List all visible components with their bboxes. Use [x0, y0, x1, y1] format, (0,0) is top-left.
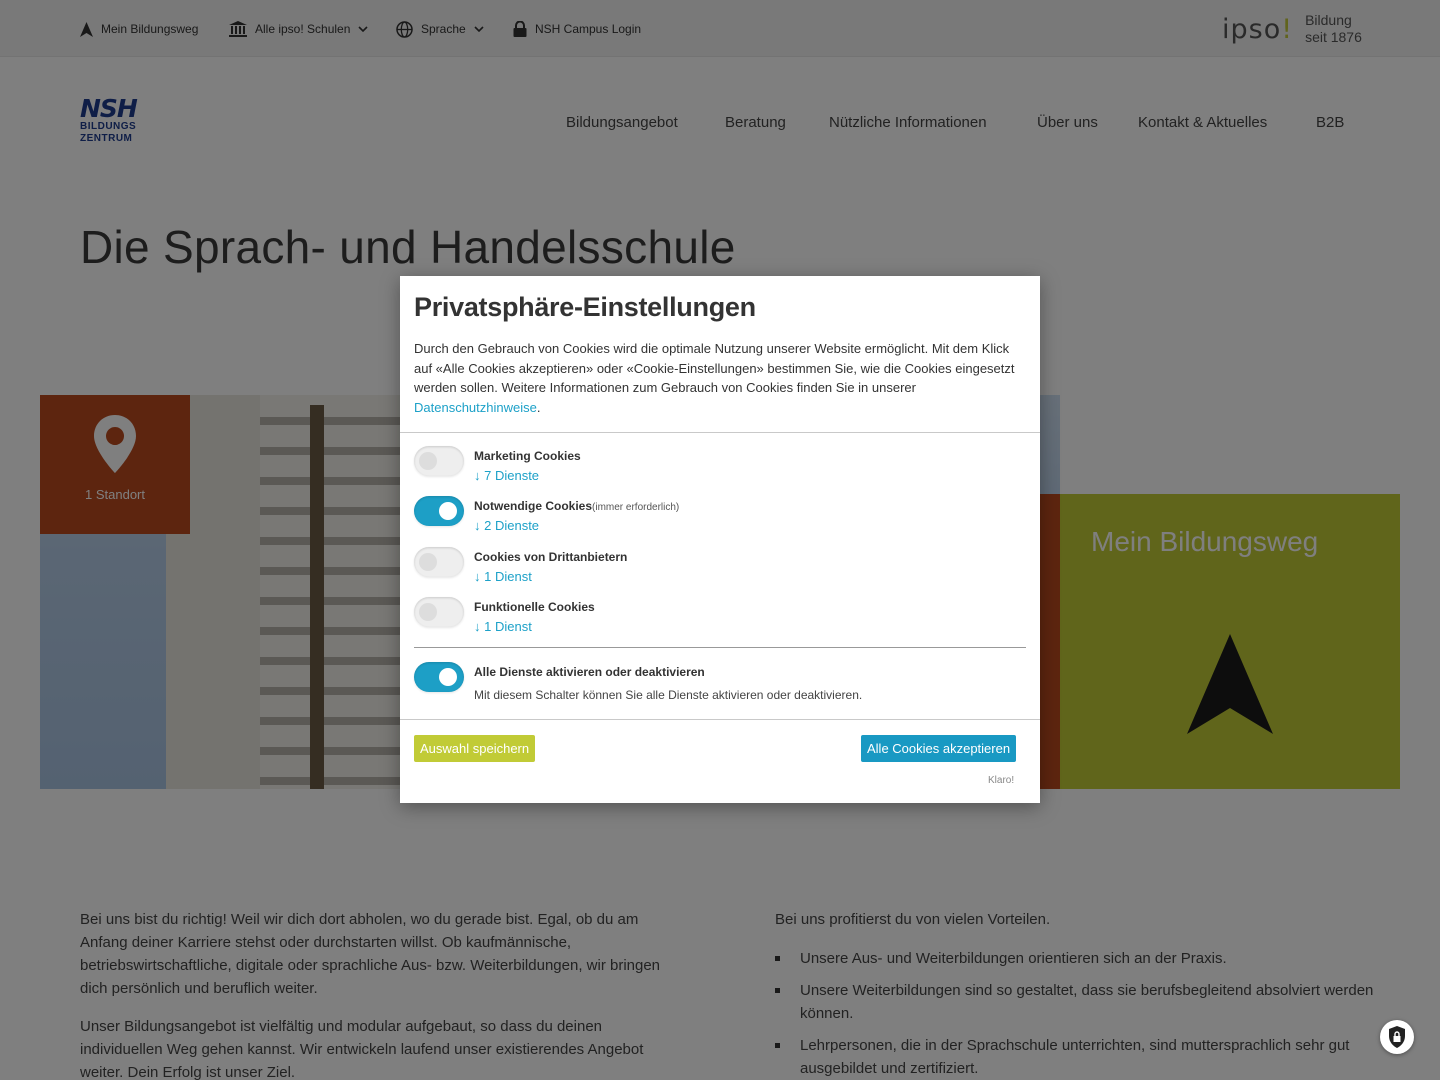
service-necessary-cookies: Notwendige Cookies(immer erforderlich) ↓…: [414, 496, 1014, 536]
shield-lock-icon: [1389, 1026, 1405, 1048]
toggle-all-description: Mit diesem Schalter können Sie alle Dien…: [474, 688, 863, 702]
accept-all-cookies-button[interactable]: Alle Cookies akzeptieren: [861, 735, 1017, 762]
privacy-settings-modal: Privatsphäre-Einstellungen Durch den Geb…: [400, 276, 1040, 803]
divider: [400, 432, 1040, 433]
services-expand-link[interactable]: ↓ 1 Dienst: [474, 569, 532, 584]
third-party-cookies-toggle[interactable]: [414, 547, 464, 577]
cookie-settings-button[interactable]: [1380, 1020, 1414, 1054]
service-functional-cookies: Funktionelle Cookies ↓ 1 Dienst: [414, 597, 1014, 637]
toggle-all-services: Alle Dienste aktivieren oder deaktiviere…: [414, 662, 1014, 702]
service-third-party-cookies: Cookies von Drittanbietern ↓ 1 Dienst: [414, 547, 1014, 587]
toggle-all-label: Alle Dienste aktivieren oder deaktiviere…: [474, 665, 705, 679]
modal-intro-text: Durch den Gebrauch von Cookies wird die …: [414, 341, 1015, 415]
privacy-policy-link[interactable]: Datenschutzhinweise: [414, 400, 537, 415]
service-name: Cookies von Drittanbietern: [474, 550, 628, 564]
services-expand-link[interactable]: ↓ 7 Dienste: [474, 468, 539, 483]
services-expand-link[interactable]: ↓ 2 Dienste: [474, 518, 539, 533]
service-name: Notwendige Cookies(immer erforderlich): [474, 499, 680, 513]
service-name: Marketing Cookies: [474, 449, 581, 463]
marketing-cookies-toggle[interactable]: [414, 446, 464, 476]
services-expand-link[interactable]: ↓ 1 Dienst: [474, 619, 532, 634]
necessary-cookies-toggle[interactable]: [414, 496, 464, 526]
service-name: Funktionelle Cookies: [474, 600, 595, 614]
divider: [400, 719, 1040, 720]
divider: [414, 647, 1026, 648]
service-marketing-cookies: Marketing Cookies ↓ 7 Dienste: [414, 446, 1014, 486]
required-note: (immer erforderlich): [592, 502, 680, 513]
save-selection-button[interactable]: Auswahl speichern: [414, 735, 536, 762]
klaro-link[interactable]: Klaro!: [988, 775, 1014, 786]
modal-title: Privatsphäre-Einstellungen: [414, 292, 756, 322]
functional-cookies-toggle[interactable]: [414, 597, 464, 627]
toggle-all-switch[interactable]: [414, 662, 464, 692]
